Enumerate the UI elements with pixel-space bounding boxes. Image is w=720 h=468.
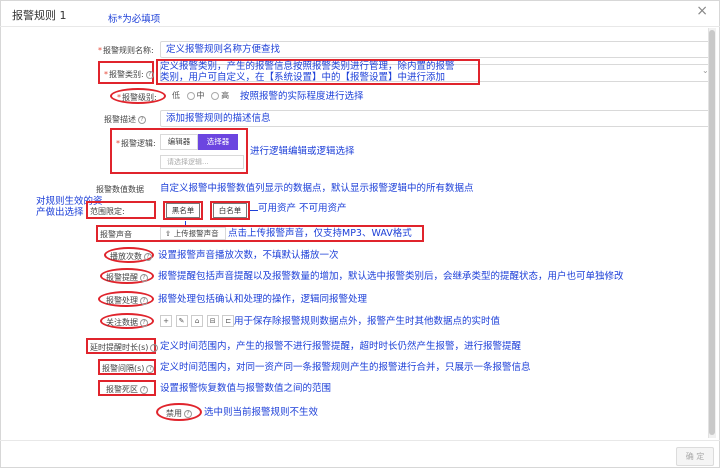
level-radio-group[interactable]: 低 中 高 [172, 90, 233, 101]
level-medium-label: 中 [196, 91, 205, 100]
level-low-label: 低 [172, 91, 180, 100]
alarm-desc-label: 报警描述? [104, 114, 146, 125]
help-icon: ? [150, 343, 159, 352]
disable-checkbox[interactable]: 禁用? [166, 408, 192, 419]
close-icon[interactable]: × [696, 3, 708, 19]
help-icon: ? [184, 409, 192, 418]
blacklist-button[interactable]: 黑名单 [166, 203, 200, 218]
level-high-label: 高 [221, 91, 230, 100]
datapoint-note: 自定义报警中报警数值列显示的数据点，默认显示报警逻辑中的所有数据点 [160, 183, 474, 194]
logic-select[interactable]: 请选择逻辑... [160, 155, 244, 169]
footer-divider [0, 440, 720, 441]
edit-icon[interactable]: ✎ [175, 315, 188, 327]
help-icon: ? [140, 296, 148, 305]
interval-label: 报警间隔(s)? [102, 363, 155, 374]
help-icon: ? [144, 252, 152, 261]
sound-label: 报警声音 [100, 230, 132, 239]
level-high-radio[interactable] [211, 91, 220, 100]
logic-selector-tab[interactable]: 选择器 [198, 134, 238, 150]
rule-name-note: 定义报警规则名称方便查找 [166, 44, 281, 55]
rule-name-label: *报警规则名称: [98, 46, 154, 55]
logic-editor-tab[interactable]: 编辑器 [160, 134, 198, 150]
upload-sound-button[interactable]: ⇧ 上传报警声音 [160, 227, 226, 240]
help-icon: ? [140, 385, 148, 394]
datapoint-label: 报警数值数据 [96, 185, 144, 194]
sound-note: 点击上传报警声音，仅支持MP3、WAV格式 [228, 228, 412, 239]
deadband-label: 报警死区? [106, 384, 148, 395]
level-note: 按照报警的实际程度进行选择 [240, 91, 364, 102]
remind-note: 报警提醒包括声音提醒以及报警数量的增加，默认选中报警类别后，会继承类型的提醒状态… [158, 271, 624, 282]
bracket-icon[interactable]: ⊏ [222, 315, 235, 327]
focus-toolbar: + ✎ ⌂ ⊟ ⊏ [160, 315, 235, 327]
collapse-icon[interactable]: ⊟ [206, 315, 219, 327]
play-count-label: 播放次数? [110, 251, 152, 262]
scope-note: 可用资产 不可用资产 [258, 203, 347, 214]
type-note-line1: 定义报警类别，产生的报警信息按照报警类别进行管理，除内置的报警 [160, 61, 455, 72]
dialog-title: 报警规则 1 [12, 9, 67, 22]
scope-connector-3 [250, 210, 258, 211]
scrollbar-thumb[interactable] [709, 30, 715, 435]
desc-note: 添加报警规则的描述信息 [166, 113, 271, 124]
deadband-note: 设置报警恢复数值与报警数值之间的范围 [160, 383, 332, 394]
level-medium-radio[interactable] [186, 91, 195, 100]
handle-label: 报警处理? [106, 295, 148, 306]
help-icon: ? [138, 115, 146, 124]
help-icon: ? [140, 318, 148, 327]
play-note: 设置报警声音播放次数，不填默认播放一次 [158, 250, 339, 261]
help-icon: ? [145, 70, 154, 79]
ok-button[interactable]: 确 定 [676, 447, 714, 466]
interval-note: 定义时间范围内，对同一资产同一条报警规则产生的报警进行合并，只展示一条报警信息 [160, 362, 531, 373]
logic-note: 进行逻辑编辑或逻辑选择 [250, 146, 355, 157]
remind-label: 报警提醒? [106, 272, 148, 283]
disable-note: 选中则当前报警规则不生效 [204, 407, 319, 418]
alarm-logic-label: *报警逻辑: [116, 139, 156, 148]
header-divider [0, 26, 720, 27]
handle-note: 报警处理包括确认和处理的操作，逻辑同报警处理 [158, 294, 368, 305]
home-icon[interactable]: ⌂ [191, 315, 204, 327]
whitelist-button[interactable]: 白名单 [213, 203, 247, 218]
type-note-line2: 类别，用户可自定义，在【系统设置】中的【报警设置】中进行添加 [160, 72, 446, 83]
help-icon: ? [146, 364, 155, 373]
alarm-level-label: *报警级别: [117, 93, 157, 102]
required-note: 标*为必填项 [108, 14, 161, 25]
focus-note: 用于保存除报警规则数据点外，报警产生时其他数据点的实时值 [234, 316, 501, 327]
alarm-type-label: *报警类别:? [104, 69, 154, 80]
scope-left-note-2: 产做出选择 [36, 207, 84, 218]
upload-icon: ⇧ [165, 229, 172, 238]
focus-label: 关注数据? [106, 317, 148, 328]
delay-note: 定义时间范围内，产生的报警不进行报警提醒，超时时长仍然产生报警，进行报警提醒 [160, 341, 522, 352]
scope-label: 范围限定: [90, 207, 125, 216]
add-icon[interactable]: + [160, 315, 172, 327]
help-icon: ? [140, 273, 148, 282]
delay-label: 延时提醒时长(s)? [90, 342, 159, 353]
